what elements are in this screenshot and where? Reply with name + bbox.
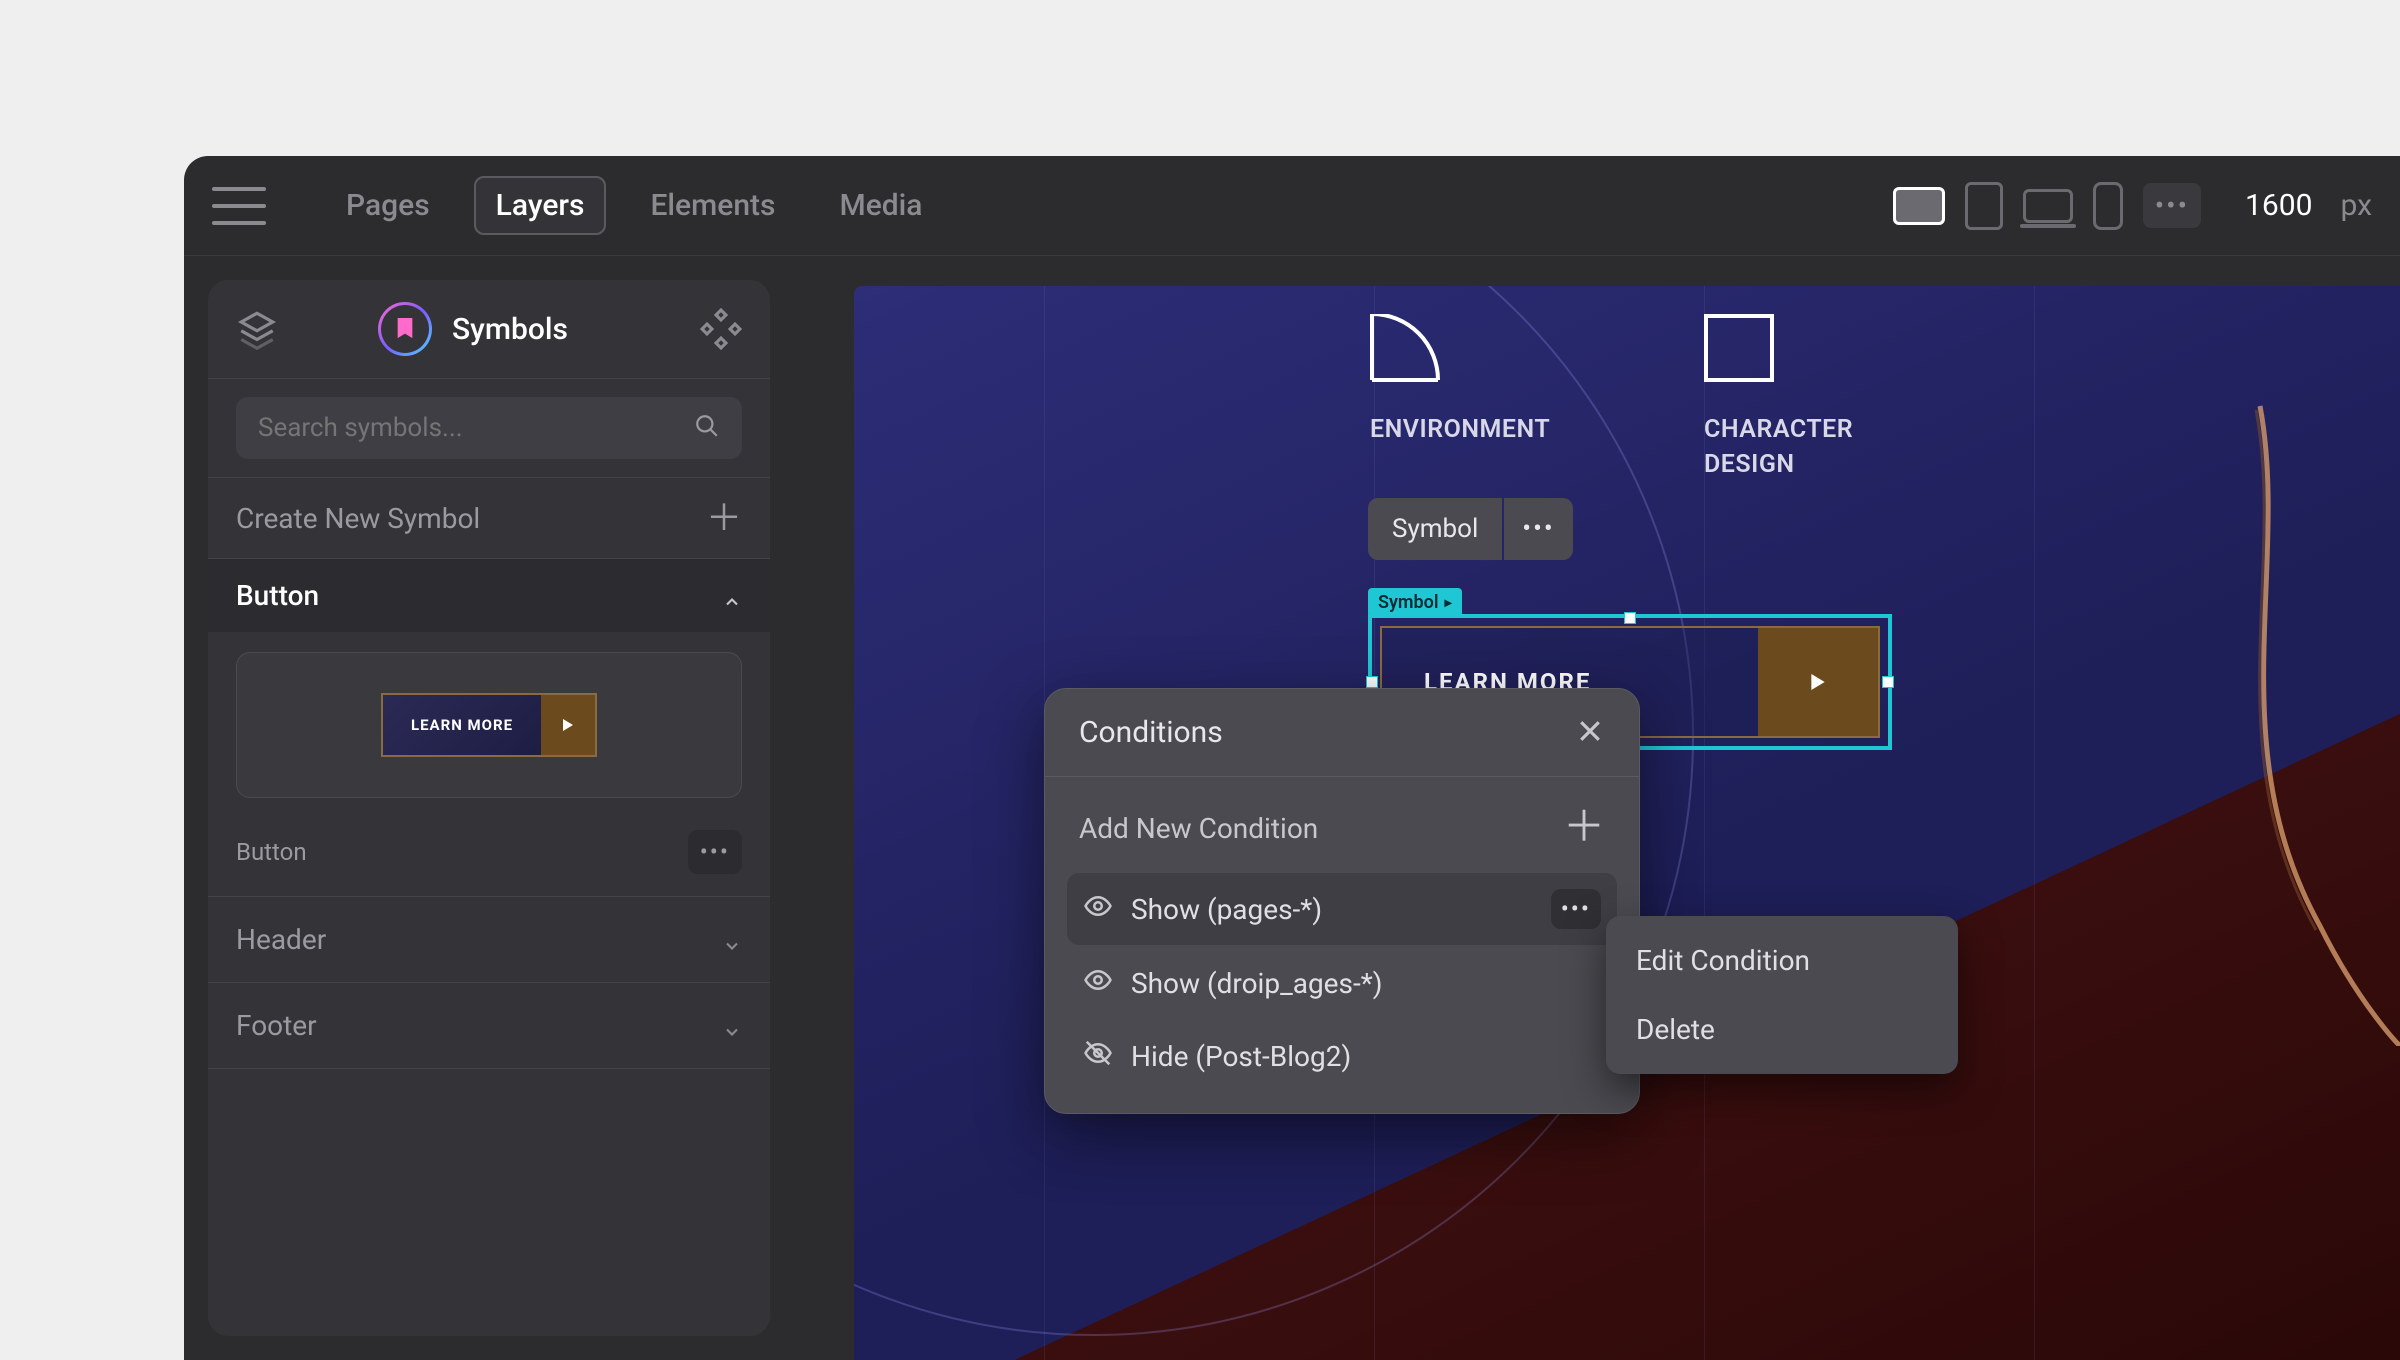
popover-title: Conditions (1079, 715, 1223, 750)
selection-tag[interactable]: Symbol ▸ (1368, 588, 1462, 617)
symbol-group-button[interactable]: Button (208, 559, 770, 632)
device-desktop-icon[interactable] (1893, 187, 1945, 225)
resize-handle[interactable] (1624, 612, 1636, 624)
search-input[interactable] (236, 397, 742, 459)
element-chip-more-icon[interactable]: ••• (1504, 498, 1572, 560)
condition-more-icon[interactable]: ••• (1551, 889, 1601, 929)
device-switcher: ••• (1893, 182, 2201, 230)
condition-label: Show (pages-*) (1131, 893, 1322, 926)
preview-button-label: LEARN MORE (383, 716, 541, 734)
app-window: Pages Layers Elements Media ••• 1600 px (184, 156, 2400, 1360)
edit-condition-item[interactable]: Edit Condition (1606, 926, 1958, 995)
create-symbol-button[interactable]: Create New Symbol ＋ (208, 478, 770, 559)
category-environment: ENVIRONMENT (1370, 314, 1550, 447)
tab-media[interactable]: Media (819, 178, 942, 233)
grid-line (2034, 286, 2035, 1360)
canvas[interactable]: ENVIRONMENT CHARACTER DESIGN Symbol ••• (794, 256, 2400, 1360)
add-condition-label: Add New Condition (1079, 812, 1318, 845)
symbol-group-label: Button (236, 579, 319, 612)
chevron-right-icon: ▸ (1445, 595, 1452, 611)
footer-group-label: Footer (236, 1009, 317, 1042)
category-character: CHARACTER DESIGN (1704, 314, 1853, 482)
chevron-up-icon (722, 586, 742, 606)
delete-item[interactable]: Delete (1606, 995, 1958, 1064)
symbol-item-label: Button (236, 838, 307, 866)
layers-icon[interactable] (236, 308, 278, 350)
top-tabs: Pages Layers Elements Media (326, 176, 942, 235)
eye-icon (1083, 891, 1113, 928)
search-wrap (208, 379, 770, 478)
condition-row[interactable]: Show (droip_ages-*) (1067, 949, 1617, 1018)
popover-header: Conditions (1045, 689, 1639, 777)
category-label: ENVIRONMENT (1370, 412, 1550, 447)
square-icon (1704, 314, 1774, 382)
header-group[interactable]: Header (208, 897, 770, 983)
context-menu: Edit Condition Delete (1606, 916, 1958, 1074)
plus-icon: ＋ (706, 500, 742, 536)
plus-icon: ＋ (1563, 807, 1605, 849)
play-icon (541, 695, 595, 755)
symbol-preview[interactable]: LEARN MORE (236, 652, 742, 798)
chevron-down-icon (722, 1016, 742, 1036)
conditions-popover: Conditions Add New Condition ＋ Show (pag… (1044, 688, 1640, 1114)
device-tablet-icon[interactable] (1965, 182, 2003, 230)
device-more-icon[interactable]: ••• (2143, 183, 2201, 228)
footer-group[interactable]: Footer (208, 983, 770, 1069)
sidebar: Symbols Create New Symbol ＋ (184, 256, 794, 1360)
viewport-width[interactable]: 1600 (2245, 188, 2312, 223)
symbol-item[interactable]: Button ••• (208, 818, 770, 897)
device-phone-icon[interactable] (2093, 182, 2123, 230)
element-chip[interactable]: Symbol ••• (1368, 498, 1573, 560)
create-symbol-label: Create New Symbol (236, 502, 480, 535)
search-icon (694, 413, 720, 443)
preview-button: LEARN MORE (381, 693, 597, 757)
viewport-unit: px (2340, 188, 2372, 223)
condition-label: Show (droip_ages-*) (1131, 967, 1383, 1000)
symbol-item-more-icon[interactable]: ••• (688, 830, 742, 874)
chevron-down-icon (722, 930, 742, 950)
search-field[interactable] (258, 413, 694, 443)
symbols-panel: Symbols Create New Symbol ＋ (208, 280, 770, 1336)
category-label: CHARACTER DESIGN (1704, 412, 1853, 482)
header-group-label: Header (236, 923, 326, 956)
menu-icon[interactable] (212, 187, 266, 225)
eye-icon (1083, 965, 1113, 1002)
play-icon (1758, 628, 1878, 736)
condition-row[interactable]: Hide (Post-Blog2) (1067, 1022, 1617, 1091)
add-condition-button[interactable]: Add New Condition ＋ (1045, 777, 1639, 869)
resize-handle[interactable] (1366, 676, 1378, 688)
eye-off-icon (1083, 1038, 1113, 1075)
symbols-icon[interactable] (378, 302, 432, 356)
tab-layers[interactable]: Layers (474, 176, 607, 235)
element-chip-label: Symbol (1368, 498, 1502, 560)
condition-label: Hide (Post-Blog2) (1131, 1040, 1351, 1073)
topbar: Pages Layers Elements Media ••• 1600 px (184, 156, 2400, 256)
tab-pages[interactable]: Pages (326, 178, 450, 233)
quarter-circle-icon (1370, 314, 1440, 382)
device-laptop-icon[interactable] (2023, 189, 2073, 223)
selection-tag-label: Symbol (1378, 592, 1439, 613)
resize-handle[interactable] (1882, 676, 1894, 688)
panel-title: Symbols (452, 312, 568, 347)
condition-row[interactable]: Show (pages-*) ••• (1067, 873, 1617, 945)
decorative-wire (2200, 366, 2400, 1046)
components-icon[interactable] (700, 308, 742, 350)
panel-header: Symbols (208, 280, 770, 379)
close-icon[interactable] (1575, 716, 1605, 750)
topbar-right: ••• 1600 px (1893, 182, 2372, 230)
tab-elements[interactable]: Elements (630, 178, 795, 233)
